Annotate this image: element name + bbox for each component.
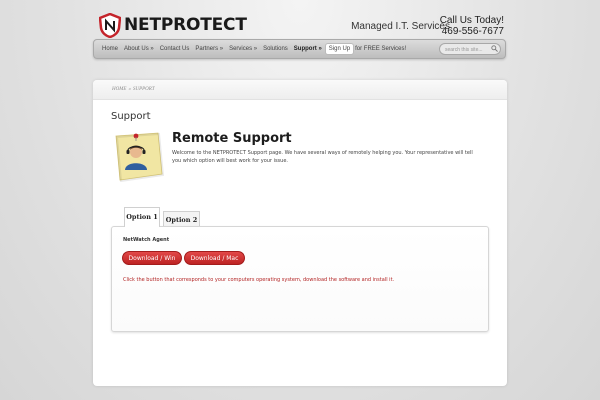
header-contact: Call Us Today! 469-556-7677 <box>440 15 504 37</box>
content-panel: HOME» SUPPORT Support Remote Support Welc… <box>93 80 507 386</box>
breadcrumb-bar: HOME» SUPPORT <box>93 80 507 100</box>
logo-text: NETPROTECT <box>124 15 247 35</box>
tab-option-2[interactable]: Option 2 <box>163 211 200 227</box>
breadcrumb-current: SUPPORT <box>132 87 155 92</box>
header-tagline: Managed I.T. Services <box>351 21 450 32</box>
nav-item-services[interactable]: Services » <box>226 46 260 52</box>
remote-support-heading: Remote Support <box>172 131 292 146</box>
breadcrumb-home[interactable]: HOME <box>112 87 126 92</box>
tab-content: NetWatch Agent Download / Win Download /… <box>111 226 489 332</box>
nav-item-partners[interactable]: Partners » <box>192 46 226 52</box>
download-win-button[interactable]: Download / Win <box>122 251 182 265</box>
page-title: Support <box>111 111 151 122</box>
download-mac-button[interactable]: Download / Mac <box>184 251 245 265</box>
nav-signup-tail[interactable]: for FREE Services! <box>355 46 406 52</box>
nav-signup-button[interactable]: Sign Up <box>324 43 355 55</box>
call-label: Call Us Today! <box>439 15 504 26</box>
support-note-icon <box>115 132 164 182</box>
nav-item-contact[interactable]: Contact Us <box>157 46 193 52</box>
site-logo[interactable]: NETPROTECT <box>99 12 247 38</box>
remote-support-intro: Welcome to the NETPROTECT Support page. … <box>172 150 473 164</box>
download-instructions: Click the button that corresponds to you… <box>123 277 395 283</box>
nav-item-about[interactable]: About Us » <box>121 46 157 52</box>
tab-option-1[interactable]: Option 1 <box>124 207 160 227</box>
nav-items: Home About Us » Contact Us Partners » Se… <box>99 40 406 58</box>
nav-item-home[interactable]: Home <box>99 46 121 52</box>
breadcrumb: HOME» SUPPORT <box>112 87 155 92</box>
breadcrumb-separator: » <box>128 87 131 92</box>
phone-number[interactable]: 469-556-7677 <box>440 26 504 37</box>
agent-title: NetWatch Agent <box>123 237 170 243</box>
nav-item-support[interactable]: Support » <box>291 46 325 52</box>
search-icon[interactable] <box>491 45 498 52</box>
nav-item-solutions[interactable]: Solutions <box>260 46 291 52</box>
shield-logo-icon <box>99 12 121 38</box>
main-nav: Home About Us » Contact Us Partners » Se… <box>93 39 506 59</box>
